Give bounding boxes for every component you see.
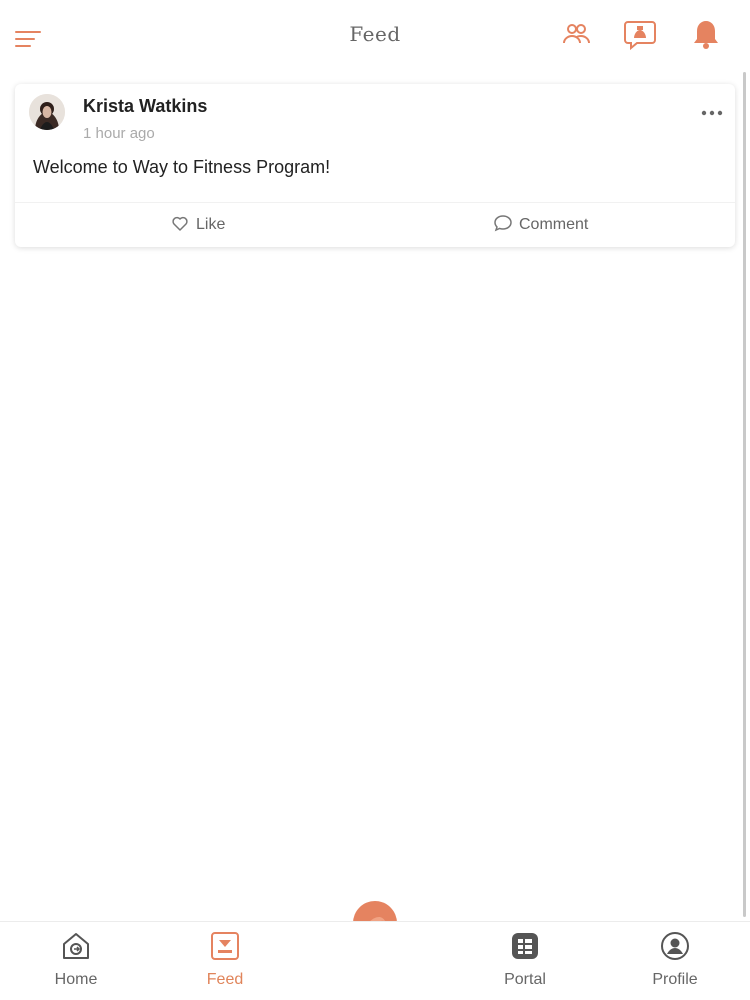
divider <box>15 202 735 203</box>
nav-feed[interactable]: Feed <box>175 930 275 989</box>
app-root: Feed Krista Watkins 1 hour ago Welcome t… <box>0 0 750 1000</box>
nav-portal[interactable]: Portal <box>475 930 575 989</box>
groups-icon[interactable] <box>558 16 594 52</box>
chat-bubble-icon[interactable] <box>622 16 658 52</box>
post-timestamp: 1 hour ago <box>83 125 155 142</box>
top-bar: Feed <box>0 0 750 72</box>
nav-profile[interactable]: Profile <box>625 930 725 989</box>
like-label: Like <box>196 216 226 233</box>
home-icon <box>63 933 89 959</box>
post-text: Welcome to Way to Fitness Program! <box>33 157 331 177</box>
bottom-nav: Home Feed Portal Profile <box>0 921 750 1000</box>
comment-icon <box>493 213 513 238</box>
post-card: Krista Watkins 1 hour ago Welcome to Way… <box>15 84 735 247</box>
comment-button[interactable]: Comment <box>493 212 588 238</box>
avatar[interactable] <box>29 94 65 130</box>
like-button[interactable]: Like <box>170 212 225 238</box>
profile-icon <box>661 932 689 960</box>
nav-home-label: Home <box>54 971 98 988</box>
portal-grid-icon <box>512 933 538 959</box>
nav-profile-label: Profile <box>652 971 698 988</box>
bell-icon[interactable] <box>688 16 724 52</box>
post-author[interactable]: Krista Watkins <box>83 96 207 117</box>
nav-feed-label: Feed <box>206 971 244 988</box>
scrollbar[interactable] <box>743 72 746 917</box>
feed-icon <box>211 932 239 960</box>
comment-label: Comment <box>519 216 589 233</box>
heart-icon <box>170 213 190 238</box>
nav-home[interactable]: Home <box>26 930 126 989</box>
nav-portal-label: Portal <box>504 971 546 988</box>
more-horizontal-icon[interactable] <box>699 106 725 120</box>
